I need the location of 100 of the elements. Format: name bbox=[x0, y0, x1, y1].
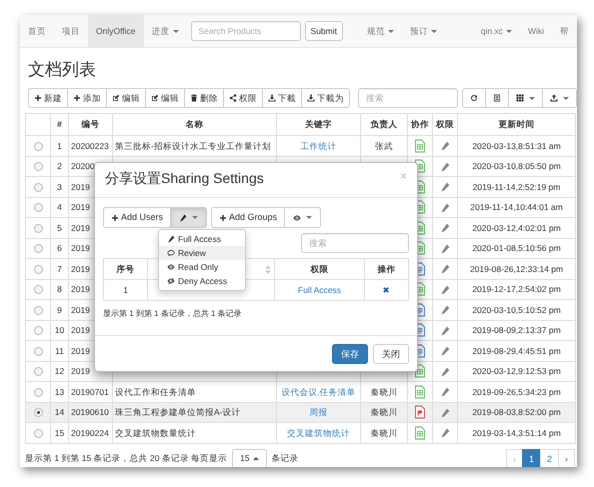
column-header: 名称 bbox=[112, 114, 276, 136]
table-cell: 2019 bbox=[71, 222, 90, 233]
pencil-icon[interactable] bbox=[440, 264, 450, 274]
pencil-icon[interactable] bbox=[440, 366, 450, 377]
table-cell: 第三批标-招标设计水工专业工作量计划 bbox=[115, 140, 271, 151]
pencil-icon[interactable] bbox=[440, 202, 450, 213]
nav-link[interactable]: 帮 bbox=[552, 15, 577, 48]
pagination-summary: 显示第 1 到第 15 条记录，总共 20 条记录 每页显示 bbox=[25, 453, 228, 464]
plus-icon bbox=[111, 214, 119, 222]
radio-button[interactable] bbox=[34, 408, 42, 418]
radio-button[interactable] bbox=[34, 142, 42, 151]
radio-button[interactable] bbox=[34, 388, 42, 397]
remove-button[interactable]: ✖ bbox=[382, 284, 390, 295]
tool-button[interactable] bbox=[462, 88, 486, 108]
radio-button[interactable] bbox=[34, 428, 42, 438]
toolbar-button[interactable]: 编辑 bbox=[145, 88, 185, 108]
nav-link[interactable]: qin.xc bbox=[472, 15, 520, 48]
nav-link[interactable]: 规范 bbox=[359, 15, 402, 48]
page-link[interactable]: 2 bbox=[540, 448, 559, 467]
toolbar-button[interactable]: 删除 bbox=[184, 88, 224, 108]
toolbar-button[interactable]: 权限 bbox=[223, 88, 263, 108]
table-cell: 张武 bbox=[375, 140, 393, 151]
export-icon bbox=[550, 94, 558, 102]
toolbar-button[interactable]: 新建 bbox=[28, 88, 68, 108]
table-cell: 20190224 bbox=[71, 428, 109, 438]
pencil-icon[interactable] bbox=[440, 346, 450, 356]
dialog-button[interactable]: 关闭 bbox=[373, 344, 409, 364]
nav-link[interactable]: 进度 bbox=[144, 15, 187, 48]
table-cell: 2020-03-10,5:10:52 pm bbox=[472, 304, 561, 315]
menu-item[interactable]: Deny Access bbox=[159, 274, 245, 288]
table-cell: 2020-03-10,8:05:50 pm bbox=[472, 161, 561, 172]
menu-item[interactable]: Review bbox=[159, 246, 245, 260]
nav-link[interactable]: 预订 bbox=[402, 15, 445, 48]
caret-icon bbox=[172, 30, 179, 33]
add-button[interactable]: Add Groups bbox=[211, 207, 286, 228]
nav-link[interactable]: 项目 bbox=[54, 15, 88, 48]
table-cell: 1 bbox=[57, 140, 62, 151]
keyword-link[interactable]: 周报 bbox=[310, 407, 328, 418]
spreadsheet-file-icon[interactable] bbox=[414, 138, 426, 153]
table-cell: 2019-11-14,10:44:01 am bbox=[470, 202, 563, 212]
eye-icon bbox=[293, 214, 302, 222]
spreadsheet-file-icon[interactable] bbox=[414, 384, 426, 399]
page-link[interactable]: 1 bbox=[522, 448, 541, 467]
permission-dropdown[interactable] bbox=[170, 207, 208, 228]
radio-button[interactable] bbox=[34, 224, 42, 233]
pencil-icon[interactable] bbox=[440, 162, 450, 172]
radio-button[interactable] bbox=[34, 346, 42, 356]
dialog-button[interactable]: 保存 bbox=[332, 344, 368, 364]
pencil-icon[interactable] bbox=[440, 182, 450, 192]
permission-dropdown[interactable] bbox=[284, 207, 322, 228]
pencil-icon[interactable] bbox=[440, 223, 450, 234]
pencil-icon bbox=[167, 235, 175, 243]
column-header: 负责人 bbox=[360, 114, 408, 136]
radio-button[interactable] bbox=[34, 182, 42, 192]
add-button[interactable]: Add Users bbox=[103, 207, 172, 228]
radio-button[interactable] bbox=[34, 264, 42, 274]
radio-button[interactable] bbox=[34, 162, 42, 172]
page-link[interactable]: › bbox=[558, 448, 575, 467]
radio-button[interactable] bbox=[34, 244, 42, 254]
pencil-icon[interactable] bbox=[440, 428, 450, 438]
radio-button[interactable] bbox=[34, 367, 42, 376]
nav-link[interactable]: Wiki bbox=[520, 15, 552, 48]
toolbar-button[interactable]: 编辑 bbox=[106, 88, 146, 108]
tool-button[interactable] bbox=[508, 88, 543, 108]
pdf-file-icon[interactable] bbox=[414, 405, 426, 420]
pencil-icon[interactable] bbox=[440, 305, 450, 316]
spreadsheet-file-icon[interactable] bbox=[414, 426, 426, 440]
table-cell: 2019 bbox=[71, 346, 90, 356]
radio-button[interactable] bbox=[34, 203, 42, 212]
search-field[interactable]: Search Products bbox=[190, 21, 301, 41]
nav-link[interactable]: 首页 bbox=[20, 15, 54, 48]
pencil-icon[interactable] bbox=[440, 326, 450, 336]
table-cell: 2019-09-26,5:34:23 pm bbox=[472, 386, 561, 397]
tool-button[interactable] bbox=[485, 88, 509, 108]
pencil-icon[interactable] bbox=[440, 141, 450, 152]
radio-button[interactable] bbox=[34, 326, 42, 336]
toolbar-button[interactable]: 下載为 bbox=[301, 88, 350, 108]
table-cell: 设代工作和任务清单 bbox=[115, 386, 196, 397]
search-field[interactable]: 搜索 bbox=[301, 233, 409, 253]
toolbar-button[interactable]: 添加 bbox=[67, 88, 107, 108]
radio-button[interactable] bbox=[34, 285, 42, 294]
submit-button[interactable]: Submit bbox=[304, 21, 343, 41]
column-header: 关键字 bbox=[276, 114, 360, 136]
column-header: 编号 bbox=[68, 114, 112, 136]
pencil-icon[interactable] bbox=[440, 387, 450, 398]
nav-link[interactable]: OnlyOffice bbox=[88, 15, 144, 48]
page-size-select[interactable]: 15 bbox=[232, 448, 267, 467]
toolbar-button[interactable]: 下載 bbox=[262, 88, 302, 108]
menu-item[interactable]: Full Access bbox=[159, 232, 245, 246]
column-header: # bbox=[50, 114, 68, 136]
tool-button[interactable] bbox=[542, 88, 577, 108]
table-cell: 20200223 bbox=[71, 140, 109, 151]
radio-button[interactable] bbox=[34, 306, 42, 315]
pencil-icon[interactable] bbox=[440, 244, 450, 254]
caret-icon bbox=[388, 30, 394, 33]
search-field[interactable]: 搜索 bbox=[358, 88, 458, 108]
pencil-icon[interactable] bbox=[440, 408, 450, 418]
column-header: 操作 bbox=[377, 264, 396, 274]
pencil-icon[interactable] bbox=[440, 284, 450, 295]
caret-icon bbox=[252, 457, 259, 460]
